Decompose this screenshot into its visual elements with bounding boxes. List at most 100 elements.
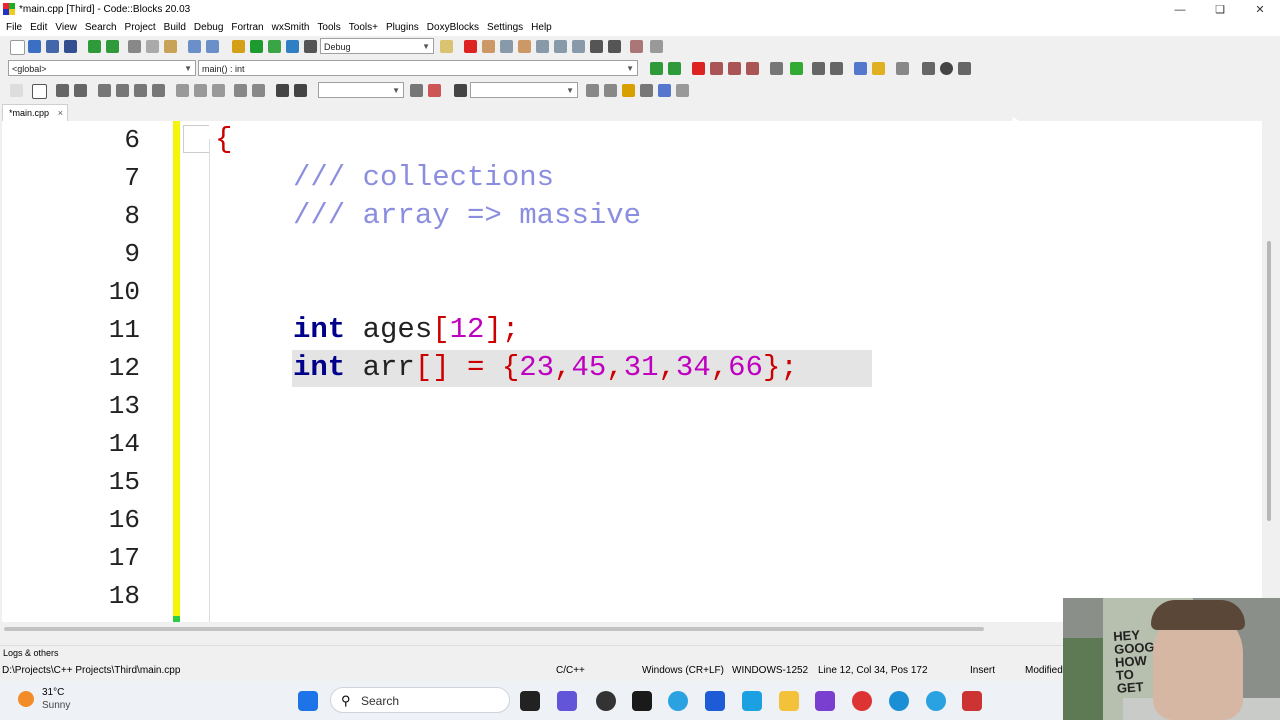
vertical-scrollbar[interactable]: [1262, 121, 1278, 622]
search-text-icon[interactable]: [410, 84, 423, 97]
regex-icon[interactable]: [676, 84, 689, 97]
debug-info-icon[interactable]: [650, 40, 663, 53]
edge-icon[interactable]: [889, 691, 909, 711]
chrome-icon[interactable]: [852, 691, 872, 711]
comment-icon[interactable]: [770, 62, 783, 75]
layout-a-icon[interactable]: [98, 84, 111, 97]
replace-combo[interactable]: ▼: [470, 82, 578, 98]
menu-tools[interactable]: Tools: [313, 20, 344, 36]
build-target-select[interactable]: Debug ▼: [320, 38, 434, 54]
save-icon[interactable]: [46, 40, 59, 53]
rebuild-icon[interactable]: [286, 40, 299, 53]
stream-comment-icon[interactable]: [830, 62, 843, 75]
tab-close-icon[interactable]: ×: [58, 105, 63, 121]
menu-edit[interactable]: Edit: [26, 20, 51, 36]
pause-icon[interactable]: [590, 40, 603, 53]
horizontal-scrollbar[interactable]: [0, 624, 1063, 634]
clion-icon[interactable]: [632, 691, 652, 711]
taskbar-search[interactable]: ⚲ Search: [330, 687, 510, 713]
next-result-icon[interactable]: [604, 84, 617, 97]
redo-icon[interactable]: [106, 40, 119, 53]
code-editor[interactable]: 6 7 8 9 10 11 12 13 14 15 16 17 18 { ///…: [2, 121, 1262, 622]
menu-wxsmith[interactable]: wxSmith: [268, 20, 314, 36]
layout-c-icon[interactable]: [134, 84, 147, 97]
jump-line-end-icon[interactable]: [958, 62, 971, 75]
frame-c-icon[interactable]: [212, 84, 225, 97]
zoom-in-icon[interactable]: [234, 84, 247, 97]
scope-select[interactable]: <global> ▼: [8, 60, 196, 76]
help-icon[interactable]: [872, 62, 885, 75]
menu-settings[interactable]: Settings: [483, 20, 527, 36]
jump-forward-icon[interactable]: [668, 62, 681, 75]
search-options-icon[interactable]: [428, 84, 441, 97]
close-icon[interactable]: ✕: [1240, 0, 1280, 20]
menu-help[interactable]: Help: [527, 20, 556, 36]
menu-search[interactable]: Search: [81, 20, 121, 36]
layout-d-icon[interactable]: [152, 84, 165, 97]
store-icon[interactable]: [705, 691, 725, 711]
paste-icon[interactable]: [164, 40, 177, 53]
widget-a-icon[interactable]: [56, 84, 69, 97]
clear-search-icon[interactable]: [454, 84, 467, 97]
menu-file[interactable]: File: [0, 20, 26, 36]
target-options-icon[interactable]: [440, 40, 453, 53]
telegram-icon[interactable]: [668, 691, 688, 711]
chat-icon[interactable]: [557, 691, 577, 711]
logs-panel-header[interactable]: Logs & others: [0, 645, 1066, 660]
search-combo[interactable]: ▼: [318, 82, 404, 98]
menu-doxyblocks[interactable]: DoxyBlocks: [423, 20, 483, 36]
tab-main-cpp[interactable]: *main.cpp ×: [2, 104, 69, 121]
codeblocks-taskbar-icon[interactable]: [962, 691, 982, 711]
selection-icon[interactable]: [640, 84, 653, 97]
run-to-cursor-icon[interactable]: [482, 40, 495, 53]
windows-start-icon[interactable]: [298, 691, 318, 711]
visual-studio-icon[interactable]: [815, 691, 835, 711]
s-icon[interactable]: [276, 84, 289, 97]
toggle-bookmark-icon[interactable]: [692, 62, 705, 75]
menu-fortran[interactable]: Fortran: [227, 20, 267, 36]
new-file-icon[interactable]: [10, 40, 25, 55]
layout-b-icon[interactable]: [116, 84, 129, 97]
file-explorer-icon[interactable]: [779, 691, 799, 711]
step-instruction-icon[interactable]: [572, 40, 585, 53]
fold-marker[interactable]: [183, 125, 209, 153]
cut-icon[interactable]: [128, 40, 141, 53]
doxywizard-icon[interactable]: [854, 62, 867, 75]
next-bookmark-icon[interactable]: [728, 62, 741, 75]
save-all-icon[interactable]: [64, 40, 77, 53]
jump-line-start-icon[interactable]: [922, 62, 935, 75]
menu-debug[interactable]: Debug: [190, 20, 227, 36]
debug-start-icon[interactable]: [464, 40, 477, 53]
horizontal-scroll-thumb[interactable]: [4, 627, 984, 631]
jump-back-icon[interactable]: [650, 62, 663, 75]
prev-bookmark-icon[interactable]: [710, 62, 723, 75]
uncomment-icon[interactable]: [790, 62, 803, 75]
task-view-icon[interactable]: [520, 691, 540, 711]
frame-b-icon[interactable]: [194, 84, 207, 97]
build-run-icon[interactable]: [268, 40, 281, 53]
menu-plugins[interactable]: Plugins: [382, 20, 423, 36]
menu-tools-plus[interactable]: Tools+: [345, 20, 382, 36]
undo-icon[interactable]: [88, 40, 101, 53]
run-icon[interactable]: [250, 40, 263, 53]
abort-icon[interactable]: [304, 40, 317, 53]
step-into-icon[interactable]: [518, 40, 531, 53]
menu-view[interactable]: View: [51, 20, 81, 36]
symbol-select[interactable]: main() : int ▼: [198, 60, 638, 76]
toggle-comment-icon[interactable]: [812, 62, 825, 75]
menu-project[interactable]: Project: [121, 20, 160, 36]
box-icon[interactable]: [32, 84, 47, 99]
debug-windows-icon[interactable]: [630, 40, 643, 53]
highlight-icon[interactable]: [622, 84, 635, 97]
step-out-icon[interactable]: [536, 40, 549, 53]
next-line-icon[interactable]: [500, 40, 513, 53]
vertical-scroll-thumb[interactable]: [1267, 241, 1271, 521]
next-instruction-icon[interactable]: [554, 40, 567, 53]
build-icon[interactable]: [232, 40, 245, 53]
minimize-icon[interactable]: —: [1160, 0, 1200, 20]
match-case-icon[interactable]: [658, 84, 671, 97]
frame-a-icon[interactable]: [176, 84, 189, 97]
find-icon[interactable]: [188, 40, 201, 53]
bullet-icon[interactable]: [940, 62, 953, 75]
stop-debug-icon[interactable]: [608, 40, 621, 53]
